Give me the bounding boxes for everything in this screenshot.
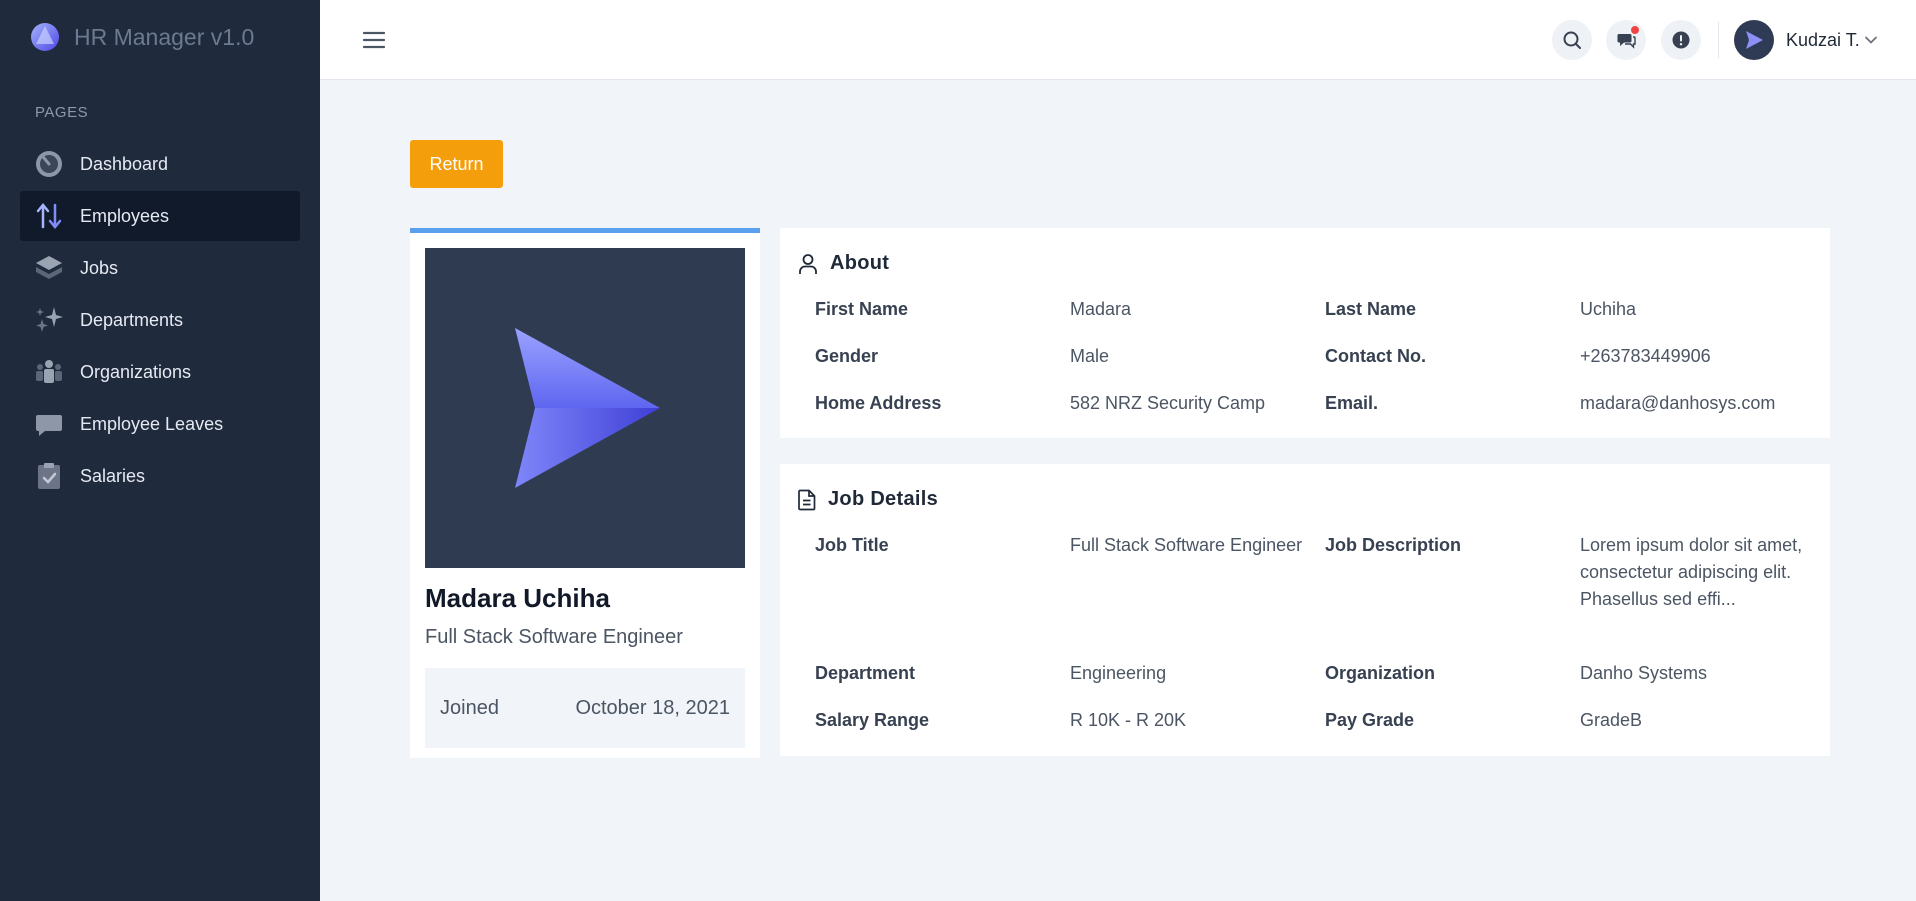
job-details-header: Job Details: [798, 488, 938, 511]
notification-dot: [1631, 26, 1639, 34]
sidebar-item-organizations[interactable]: Organizations: [20, 347, 300, 397]
field-label: Department: [815, 663, 916, 683]
field-label: Pay Grade: [1325, 710, 1415, 730]
sidebar-item-label: Employees: [80, 205, 170, 226]
field-label: Last Name: [1325, 299, 1417, 319]
sidebar-nav: Dashboard Employees Jobs Departments Org…: [20, 139, 300, 503]
sidebar: HR Manager v1.0 PAGES Dashboard Employee…: [0, 0, 320, 901]
hamburger-icon: [362, 31, 386, 49]
brand-logo-icon: [31, 23, 59, 51]
user-name: Kudzai T.: [1786, 29, 1860, 50]
field-value: +263783449906: [1580, 346, 1711, 366]
field-label: Salary Range: [815, 710, 930, 730]
alert-icon: [1672, 31, 1690, 49]
field-label: Job Title: [815, 535, 889, 555]
field-label: Gender: [815, 346, 879, 366]
sidebar-section-label: PAGES: [35, 104, 89, 121]
profile-name: Madara Uchiha: [425, 583, 610, 613]
joined-box: Joined October 18, 2021: [425, 668, 745, 748]
sidebar-item-salaries[interactable]: Salaries: [20, 451, 300, 501]
sidebar-item-employees[interactable]: Employees: [20, 191, 300, 241]
header-divider: [1718, 22, 1719, 58]
app-title: HR Manager v1.0: [74, 23, 255, 50]
user-icon: [799, 253, 817, 274]
top-header: Kudzai T.: [320, 0, 1916, 80]
search-icon: [1563, 31, 1581, 49]
sidebar-item-label: Jobs: [80, 257, 119, 278]
sidebar-item-jobs[interactable]: Jobs: [20, 243, 300, 293]
avatar: [1734, 20, 1774, 60]
about-card: About First Name Madara Last Name Uchiha…: [780, 228, 1830, 438]
field-label: Contact No.: [1325, 346, 1426, 366]
sidebar-item-label: Dashboard: [80, 153, 169, 174]
job-details-card: Job Details Job Title Full Stack Softwar…: [780, 464, 1830, 756]
about-header: About: [798, 252, 889, 275]
profile-role: Full Stack Software Engineer: [425, 626, 683, 648]
sidebar-item-departments[interactable]: Departments: [20, 295, 300, 345]
sidebar-item-label: Salaries: [80, 465, 146, 486]
chat-bubble-icon: [34, 409, 64, 439]
menu-toggle-button[interactable]: [362, 28, 386, 52]
field-label: Email.: [1325, 393, 1379, 413]
avatar-arrow-icon: [1746, 31, 1763, 49]
chevron-down-icon: [1864, 36, 1877, 44]
field-value: Danho Systems: [1580, 663, 1708, 683]
dashboard-icon: [34, 149, 64, 179]
field-value: Full Stack Software Engineer: [1070, 535, 1303, 555]
sidebar-item-label: Departments: [80, 309, 184, 330]
user-menu[interactable]: Kudzai T.: [1734, 20, 1878, 60]
search-button[interactable]: [1552, 20, 1592, 60]
sort-arrows-icon: [34, 201, 64, 231]
sidebar-item-label: Employee Leaves: [80, 413, 224, 434]
profile-photo: [425, 248, 745, 568]
sidebar-item-label: Organizations: [80, 361, 192, 382]
field-value: Lorem ipsum dolor sit amet, consectetur …: [1580, 535, 1803, 609]
profile-card: Madara Uchiha Full Stack Software Engine…: [410, 228, 760, 758]
layers-icon: [34, 253, 64, 283]
field-value: 582 NRZ Security Camp: [1070, 393, 1266, 413]
sidebar-item-employee-leaves[interactable]: Employee Leaves: [20, 399, 300, 449]
field-value: Uchiha: [1580, 299, 1637, 319]
alerts-button[interactable]: [1661, 20, 1701, 60]
sidebar-item-dashboard[interactable]: Dashboard: [20, 139, 300, 189]
profile-arrow-icon: [515, 328, 660, 488]
joined-date: October 18, 2021: [575, 696, 730, 719]
field-value: madara@danhosys.com: [1580, 393, 1776, 413]
field-label: Organization: [1325, 663, 1436, 683]
messages-button[interactable]: [1606, 20, 1646, 60]
clipboard-check-icon: [34, 461, 64, 491]
field-label: First Name: [815, 299, 909, 319]
field-label: Home Address: [815, 393, 942, 413]
field-value: GradeB: [1580, 710, 1643, 730]
about-title: About: [830, 252, 890, 274]
sparkles-icon: [34, 305, 64, 335]
field-value: Madara: [1070, 299, 1132, 319]
field-value: R 10K - R 20K: [1070, 710, 1187, 730]
field-value: Engineering: [1070, 663, 1167, 683]
joined-label: Joined: [440, 696, 499, 719]
field-label: Job Description: [1325, 535, 1462, 555]
field-value: Male: [1070, 346, 1110, 366]
job-details-title: Job Details: [828, 488, 938, 510]
return-button[interactable]: Return: [410, 140, 503, 188]
people-icon: [34, 357, 64, 387]
brand[interactable]: HR Manager v1.0: [30, 20, 254, 54]
document-icon: [798, 489, 816, 510]
